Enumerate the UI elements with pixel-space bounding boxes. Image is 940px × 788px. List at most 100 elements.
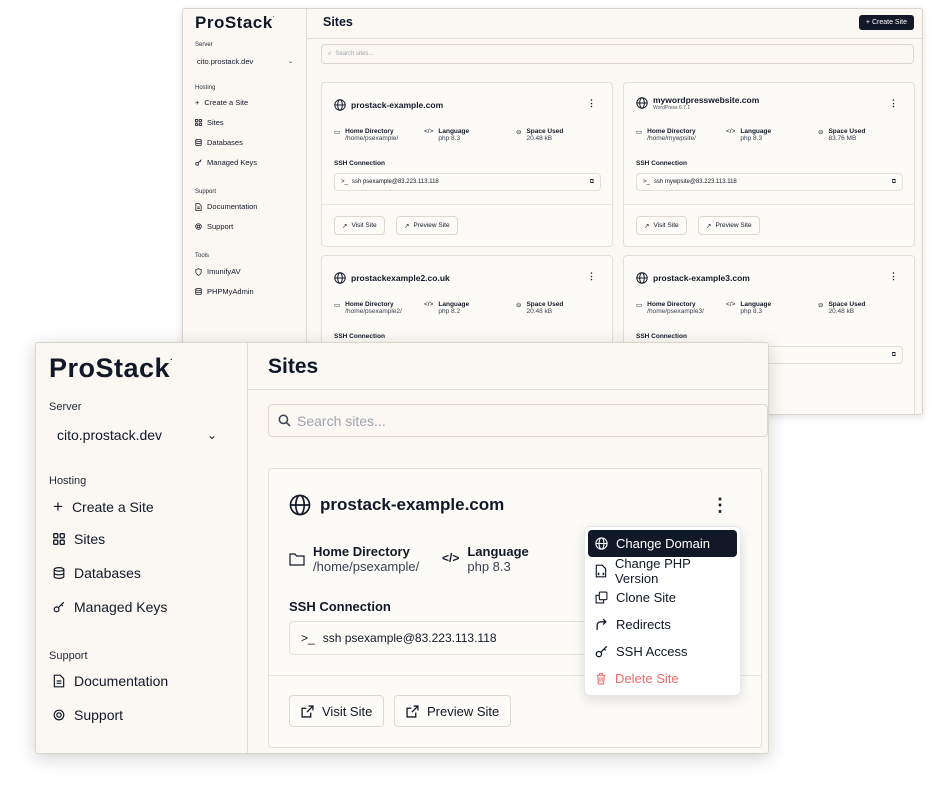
search-input[interactable]: ⌕ Search sites... [321,44,914,64]
chevron-down-icon: ⌄ [287,59,293,65]
nav-support[interactable]: Support [195,222,233,231]
menu-item-change-domain[interactable]: Change Domain [588,530,737,557]
menu-item-clone-site[interactable]: Clone Site [588,584,737,611]
logo: ProStack. [195,13,275,32]
visit-site-button[interactable]: ↗ Visit Site [636,216,687,235]
support-label: Support [195,189,217,195]
home-directory: ▭ Home Directory/home/mywpsite/ [636,128,696,142]
visit-site-button[interactable]: Visit Site [289,695,385,727]
site-menu-button[interactable]: ⋮ [587,271,596,282]
clone-icon [595,591,608,604]
globe-icon [636,97,648,109]
plus-icon: + [195,98,200,107]
drive-icon: ⊖ [516,302,522,309]
code-icon: </> [424,301,434,308]
home-directory: ▭ Home Directory/home/psexample/ [334,128,399,142]
space-used: ⊖ Space Used 20.48 kB [516,128,564,142]
visit-site-button[interactable]: ↗ Visit Site [334,216,385,235]
lifebuoy-icon [195,223,202,230]
ssh-label: SSH Connection [636,160,687,167]
menu-item-change-php-version[interactable]: Change PHP Version [588,556,737,586]
nav-sites[interactable]: Sites [195,118,224,127]
nav-imunifyav[interactable]: ImunifyAV [195,267,241,276]
nav-create-site[interactable]: + Create a Site [53,497,154,517]
nav-create-site[interactable]: + Create a Site [195,98,248,107]
external-link-icon: ↗ [644,222,650,230]
code-icon: </> [726,301,736,308]
site-subtitle: WordPress 6.7.1 [653,105,691,111]
site-menu-button[interactable]: ⋮ [711,495,729,516]
nav-sites[interactable]: Sites [53,531,105,547]
header-divider [248,389,768,390]
space-used: ⊖ Space Used 83.76 MB [818,128,866,142]
database-icon [195,139,202,146]
document-icon [195,202,202,211]
search-icon [278,414,291,427]
nav-managed-keys[interactable]: Managed Keys [195,158,257,167]
external-link-icon [406,704,419,718]
card-divider [624,204,914,205]
menu-item-delete-site[interactable]: Delete Site [588,665,737,692]
nav-databases[interactable]: Databases [195,138,243,147]
ssh-label: SSH Connection [334,333,385,340]
ssh-command-field[interactable]: >_ ssh mywpsite@83.223.113.118 ⧉ [636,173,903,191]
hosting-label: Hosting [195,85,216,91]
site-card: mywordpresswebsite.com WordPress 6.7.1 ⋮ … [623,82,915,247]
home-directory: ▭ Home Directory/home/psexample2/ [334,301,402,315]
copy-icon[interactable]: ⧉ [892,179,896,186]
site-card: prostack-example.com ⋮ ▭ Home Directory/h… [321,82,613,247]
site-actions-menu: Change Domain Change PHP Version Clone S… [584,526,741,696]
globe-icon [334,272,346,284]
menu-item-redirects[interactable]: Redirects [588,611,737,638]
database-icon [195,288,202,295]
site-menu-button[interactable]: ⋮ [587,98,596,109]
globe-icon [289,494,311,516]
code-icon: </> [424,128,434,135]
chevron-down-icon: ⌄ [206,428,217,442]
nav-support[interactable]: Support [53,707,123,723]
site-menu-button[interactable]: ⋮ [889,98,898,109]
folder-icon: ▭ [334,302,341,309]
language-info: </> Language php 8.3 [726,301,772,315]
language-info: </> Language php 8.3 [726,128,772,142]
key-icon [53,601,65,613]
copy-icon[interactable]: ⧉ [590,179,594,186]
support-label: Support [49,650,88,662]
nav-databases[interactable]: Databases [53,565,141,581]
preview-site-button[interactable]: Preview Site [394,695,512,727]
globe-icon [334,99,346,111]
space-used: ⊖ Space Used 20.48 kB [818,301,866,315]
sidebar: ProStack. Server cito.prostack.dev ⌄ Host… [36,343,248,753]
header-divider [307,38,922,39]
server-label: Server [195,42,213,48]
code-icon: </> [442,551,460,565]
home-directory: ▭ Home Directory/home/psexample3/ [636,301,704,315]
zoomed-window: ProStack. Server cito.prostack.dev ⌄ Host… [35,342,769,754]
card-divider [322,204,612,205]
nav-managed-keys[interactable]: Managed Keys [53,599,167,615]
database-icon [53,567,65,579]
site-domain: prostack-example.com [334,99,443,111]
server-select[interactable]: cito.prostack.dev ⌄ [57,427,217,443]
ssh-label: SSH Connection [289,599,391,614]
create-site-button[interactable]: + Create Site [858,15,914,30]
server-select[interactable]: cito.prostack.dev ⌄ [197,57,293,66]
menu-item-ssh-access[interactable]: SSH Access [588,638,737,665]
search-icon: ⌕ [328,50,332,57]
drive-icon: ⊖ [516,129,522,136]
search-input[interactable]: Search sites... [268,404,768,437]
plus-icon: + [53,497,63,516]
nav-phpmyadmin[interactable]: PHPMyAdmin [195,287,254,296]
site-menu-button[interactable]: ⋮ [889,271,898,282]
shield-icon [195,267,202,276]
tools-label: Tools [195,253,210,259]
ssh-command-field[interactable]: >_ ssh psexample@83.223.113.118 [289,621,589,655]
php-file-icon [595,564,607,577]
nav-documentation[interactable]: Documentation [53,673,168,689]
nav-documentation[interactable]: Documentation [195,202,257,211]
copy-icon[interactable]: ⧉ [892,352,896,359]
preview-site-button[interactable]: ↗ Preview Site [698,216,760,235]
preview-site-button[interactable]: ↗ Preview Site [396,216,458,235]
redirect-arrow-icon [596,618,607,630]
ssh-command-field[interactable]: >_ ssh psexample@83.223.113.118 ⧉ [334,173,601,191]
